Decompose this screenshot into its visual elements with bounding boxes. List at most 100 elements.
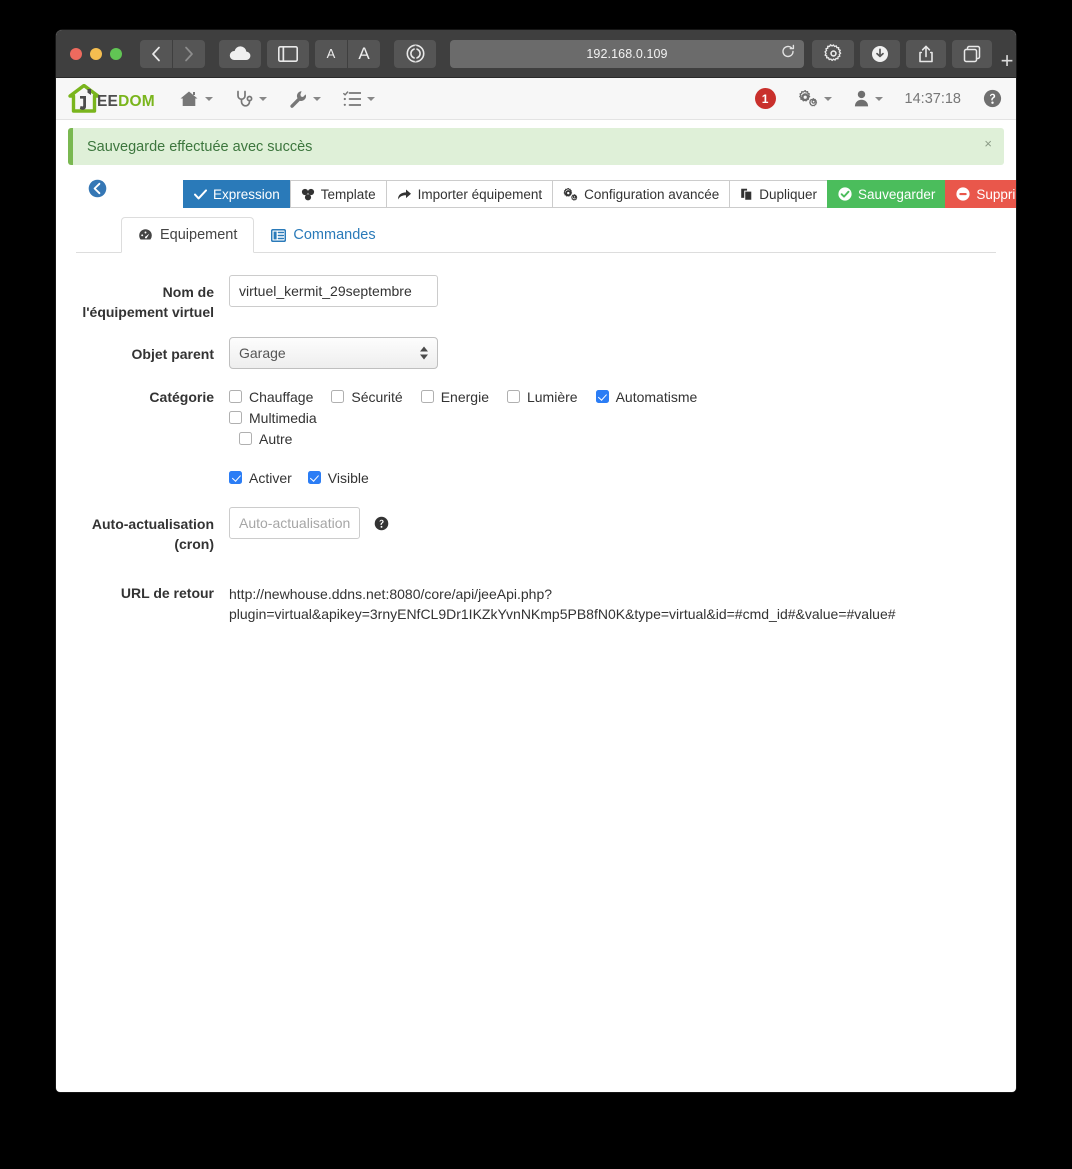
import-equipment-button-label: Importer équipement	[417, 186, 543, 202]
category-securite[interactable]: Sécurité	[331, 388, 403, 405]
category-multimedia-label: Multimedia	[249, 409, 317, 426]
expression-button[interactable]: Expression	[183, 180, 291, 208]
close-icon[interactable]: ×	[984, 137, 992, 150]
advanced-config-button[interactable]: Configuration avancée	[552, 180, 731, 208]
cron-label: Auto-actualisation (cron)	[91, 515, 214, 552]
advanced-config-button-label: Configuration avancée	[584, 186, 720, 202]
notification-badge[interactable]: 1	[754, 88, 776, 109]
form-row-return-url: URL de retour http://newhouse.ddns.net:8…	[76, 578, 996, 625]
circle-back-arrow-icon[interactable]	[88, 179, 107, 198]
form-row-parent: Objet parent Garage	[76, 336, 996, 369]
app-header: EEDOM 1 14:37:18	[56, 78, 1016, 120]
category-autre[interactable]: Autre	[239, 431, 292, 447]
nav-tools[interactable]	[289, 78, 321, 120]
chevron-down-icon	[258, 96, 267, 101]
toggle-activer[interactable]: Activer	[229, 470, 292, 486]
category-energie-label: Energie	[440, 388, 489, 405]
gear-icon[interactable]	[812, 39, 854, 68]
tab-commandes[interactable]: Commandes	[254, 217, 392, 253]
nav-settings[interactable]	[798, 78, 832, 120]
nav-health[interactable]	[235, 78, 267, 120]
checkbox-energie[interactable]	[420, 390, 434, 404]
checkbox-lumiere[interactable]	[506, 390, 520, 404]
expression-button-label: Expression	[213, 186, 280, 202]
chevron-down-icon	[874, 96, 883, 101]
template-button[interactable]: Template	[289, 180, 387, 208]
category-multimedia[interactable]: Multimedia	[229, 410, 317, 426]
template-button-label: Template	[320, 186, 376, 202]
increase-text-size-button[interactable]: A	[348, 39, 380, 68]
browser-toolbar: A A 192.168.0.109 +	[56, 30, 1016, 78]
category-lumiere-label: Lumière	[526, 388, 578, 405]
category-autre-label: Autre	[259, 430, 293, 447]
import-equipment-button[interactable]: Importer équipement	[385, 180, 554, 208]
checkbox-securite[interactable]	[331, 390, 345, 404]
cloud-icon[interactable]	[219, 39, 261, 68]
delete-button-label: Supprimer	[976, 186, 1016, 202]
url-text: 192.168.0.109	[586, 46, 668, 61]
maximize-window-button[interactable]	[110, 47, 122, 60]
save-button[interactable]: Sauvegarder	[827, 180, 947, 208]
equipment-name-input[interactable]	[229, 275, 438, 307]
duplicate-button[interactable]: Dupliquer	[729, 180, 829, 208]
equipment-tabs: Equipement Commandes	[76, 217, 996, 253]
help-circle-icon[interactable]	[983, 89, 1002, 108]
nav-user[interactable]	[854, 78, 883, 120]
checkbox-chauffage[interactable]	[229, 390, 242, 404]
sidebar-icon[interactable]	[267, 39, 309, 68]
tab-equipement[interactable]: Equipement	[121, 217, 255, 253]
form-row-category: Catégorie Chauffage Sécurité Energie Lum…	[76, 383, 996, 491]
category-chauffage-label: Chauffage	[249, 388, 314, 405]
wrench-icon	[290, 90, 306, 108]
checkbox-automatisme[interactable]	[595, 390, 609, 404]
page-content: Expression Template Importer équipement	[56, 165, 1016, 625]
minimize-window-button[interactable]	[90, 47, 102, 60]
back-arrow-icon[interactable]	[140, 39, 172, 68]
toggle-visible[interactable]: Visible	[307, 470, 369, 486]
chevron-down-icon	[312, 96, 321, 101]
parent-object-select[interactable]: Garage	[229, 336, 438, 369]
category-label: Catégorie	[149, 388, 214, 405]
reload-icon[interactable]	[781, 44, 795, 63]
download-icon[interactable]	[860, 39, 900, 68]
reader-icon[interactable]	[394, 39, 436, 68]
help-circle-icon[interactable]	[374, 507, 389, 531]
stethoscope-icon	[236, 90, 253, 107]
category-securite-label: Sécurité	[351, 388, 403, 405]
nav-home[interactable]	[179, 78, 213, 120]
forward-arrow-icon[interactable]	[173, 39, 205, 68]
form-row-cron: Auto-actualisation (cron)	[76, 506, 996, 555]
user-icon	[854, 90, 868, 107]
category-chauffage[interactable]: Chauffage	[229, 389, 313, 405]
header-nav	[179, 78, 375, 120]
form-row-name: Nom de l'équipement virtuel	[76, 275, 996, 323]
jeedom-logo[interactable]: EEDOM	[68, 83, 155, 114]
close-window-button[interactable]	[70, 47, 82, 60]
chevron-down-icon	[204, 96, 213, 101]
tab-overview-icon[interactable]	[952, 39, 992, 68]
address-bar[interactable]: 192.168.0.109	[450, 39, 804, 68]
minus-circle-icon	[956, 187, 970, 201]
share-icon[interactable]	[906, 39, 946, 68]
cron-input[interactable]	[229, 506, 360, 539]
category-lumiere[interactable]: Lumière	[506, 388, 578, 405]
home-icon	[180, 91, 198, 106]
tab-commandes-label: Commandes	[293, 227, 376, 243]
category-energie[interactable]: Energie	[420, 388, 489, 405]
dashboard-icon	[138, 228, 153, 242]
name-label: Nom de l'équipement virtuel	[82, 284, 214, 321]
new-tab-button[interactable]: +	[992, 44, 1016, 78]
nav-plugins[interactable]	[342, 78, 375, 120]
category-automatisme[interactable]: Automatisme	[595, 389, 697, 405]
checkbox-autre[interactable]	[239, 432, 252, 446]
gears-icon	[798, 90, 817, 107]
return-url-value: http://newhouse.ddns.net:8080/core/api/j…	[229, 586, 896, 623]
list-icon	[342, 90, 361, 106]
success-alert: Sauvegarde effectuée avec succès ×	[68, 128, 1004, 165]
checkbox-visible[interactable]	[307, 471, 321, 485]
checkbox-multimedia[interactable]	[229, 411, 242, 425]
decrease-text-size-button[interactable]: A	[315, 39, 347, 68]
check-circle-icon	[838, 187, 852, 201]
checkbox-activer[interactable]	[229, 471, 242, 485]
delete-button[interactable]: Supprimer	[945, 180, 1016, 208]
